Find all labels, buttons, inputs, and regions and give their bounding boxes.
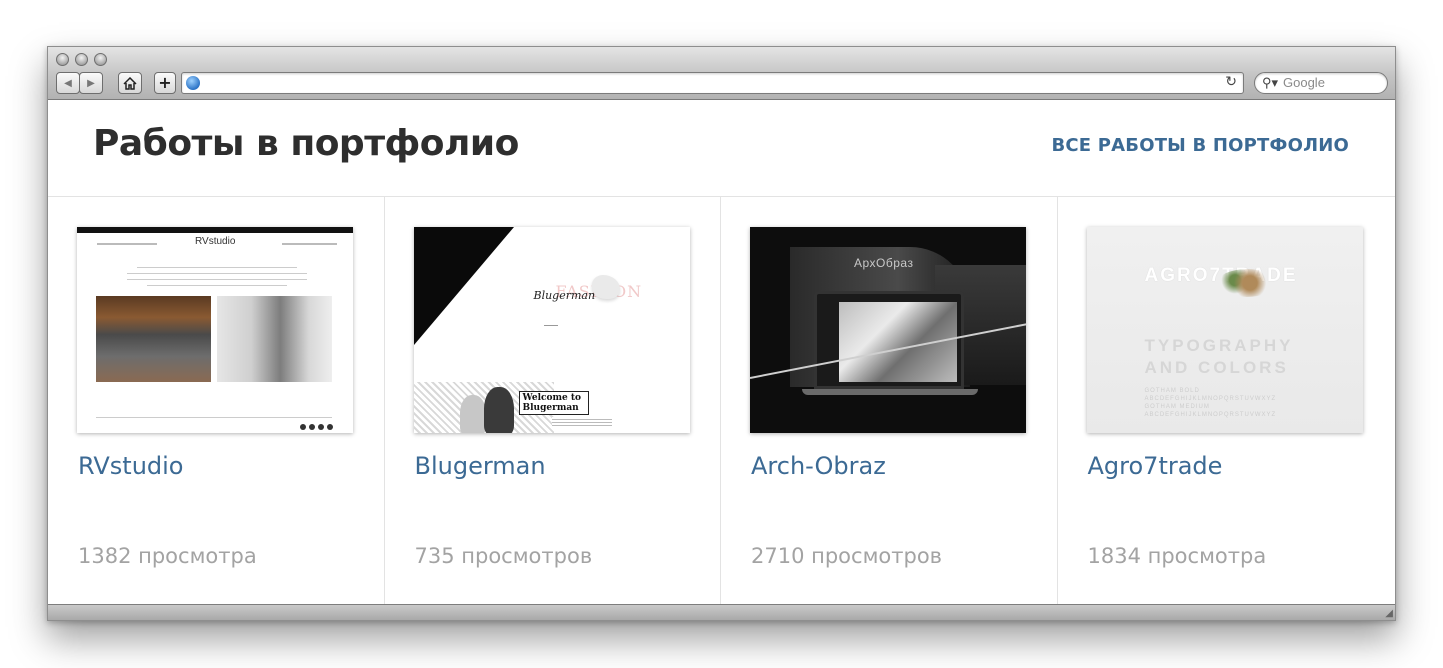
card-views: 1834 просмотра (1087, 544, 1267, 568)
thumb-nav (282, 243, 337, 245)
thumb-social-icons (300, 424, 333, 430)
thumb-font-samples: GOTHAM BOLD ABCDEFGHIJKLMNOPQRSTUVWXYZ GOT… (1144, 388, 1277, 418)
back-arrow-icon: ◀ (64, 77, 72, 89)
resize-grip-icon[interactable]: ◢ (1385, 608, 1393, 619)
thumb-person (483, 387, 514, 433)
status-bar: ◢ (48, 604, 1395, 620)
thumb-seeds-image (1216, 269, 1277, 297)
card-views: 1382 просмотра (78, 544, 257, 568)
thumb-text-line (127, 273, 307, 274)
forward-arrow-icon: ▶ (87, 77, 95, 89)
thumb-shoe-image (591, 275, 620, 299)
thumb-photo (96, 296, 211, 382)
portfolio-card[interactable]: AGRO7TRADE TYPOGRAPHY AND COLORS GOTHAM … (1058, 197, 1396, 605)
thumb-text-block (551, 417, 612, 427)
portfolio-cards: RVstudio RVstudio 1382 просмотра Blugerm… (48, 197, 1395, 605)
browser-window: ◀ ▶ + ↻ ⚲▾ Google Работы в портфолио ВСЕ… (47, 46, 1396, 621)
thumb-text-line (127, 279, 307, 280)
card-thumbnail[interactable]: RVstudio (77, 227, 353, 433)
add-bookmark-button[interactable]: + (154, 72, 176, 94)
search-placeholder: Google (1283, 75, 1325, 90)
portfolio-card[interactable]: RVstudio RVstudio 1382 просмотра (48, 197, 385, 605)
card-title[interactable]: Agro7trade (1088, 452, 1223, 480)
thumb-person (459, 395, 486, 433)
thumb-text-line (543, 325, 558, 326)
thumb-welcome-text: Welcome to Blugerman (518, 391, 589, 415)
thumb-logo: АрхОбраз (854, 256, 914, 270)
forward-button[interactable]: ▶ (79, 72, 103, 94)
thumb-photo (217, 296, 332, 382)
thumb-typography-text: TYPOGRAPHY AND COLORS (1144, 336, 1294, 377)
thumb-laptop-base (802, 389, 978, 395)
home-button[interactable] (118, 72, 142, 94)
card-thumbnail[interactable]: FASHION Blugerman Welcome to Blugerman (413, 227, 690, 433)
card-views: 2710 просмотров (751, 544, 943, 568)
minimize-window-button[interactable] (75, 53, 88, 66)
card-views: 735 просмотров (414, 544, 593, 568)
thumb-footer-line (96, 417, 332, 418)
plus-icon: + (158, 73, 172, 92)
globe-icon (186, 76, 200, 90)
page-content: Работы в портфолио ВСЕ РАБОТЫ В ПОРТФОЛИ… (48, 101, 1395, 605)
card-title[interactable]: Arch-Obraz (751, 452, 886, 480)
thumb-text-line (147, 285, 287, 286)
card-thumbnail[interactable]: AGRO7TRADE TYPOGRAPHY AND COLORS GOTHAM … (1086, 227, 1363, 433)
portfolio-card[interactable]: FASHION Blugerman Welcome to Blugerman B… (385, 197, 721, 605)
card-title[interactable]: Blugerman (415, 452, 546, 480)
thumb-logo: RVstudio (195, 236, 236, 247)
thumb-topbar (77, 227, 353, 233)
card-thumbnail[interactable]: АрхОбраз (750, 227, 1026, 433)
browser-toolbar: ◀ ▶ + ↻ ⚲▾ Google (48, 47, 1395, 100)
reload-icon[interactable]: ↻ (1225, 74, 1237, 90)
home-icon (123, 76, 137, 90)
thumb-nav (97, 243, 157, 245)
all-portfolio-link[interactable]: ВСЕ РАБОТЫ В ПОРТФОЛИО (1051, 135, 1349, 156)
card-title[interactable]: RVstudio (78, 452, 184, 480)
thumb-logo: Blugerman (533, 289, 596, 302)
thumb-black-triangle (413, 227, 514, 345)
search-field[interactable]: ⚲▾ Google (1254, 72, 1388, 94)
address-bar[interactable]: ↻ (181, 72, 1244, 94)
page-title: Работы в портфолио (93, 123, 519, 164)
close-window-button[interactable] (56, 53, 69, 66)
search-icon: ⚲▾ (1262, 75, 1279, 90)
thumb-text-line (137, 267, 297, 268)
portfolio-card[interactable]: АрхОбраз Arch-Obraz 2710 просмотров (721, 197, 1058, 605)
back-button[interactable]: ◀ (56, 72, 80, 94)
zoom-window-button[interactable] (94, 53, 107, 66)
